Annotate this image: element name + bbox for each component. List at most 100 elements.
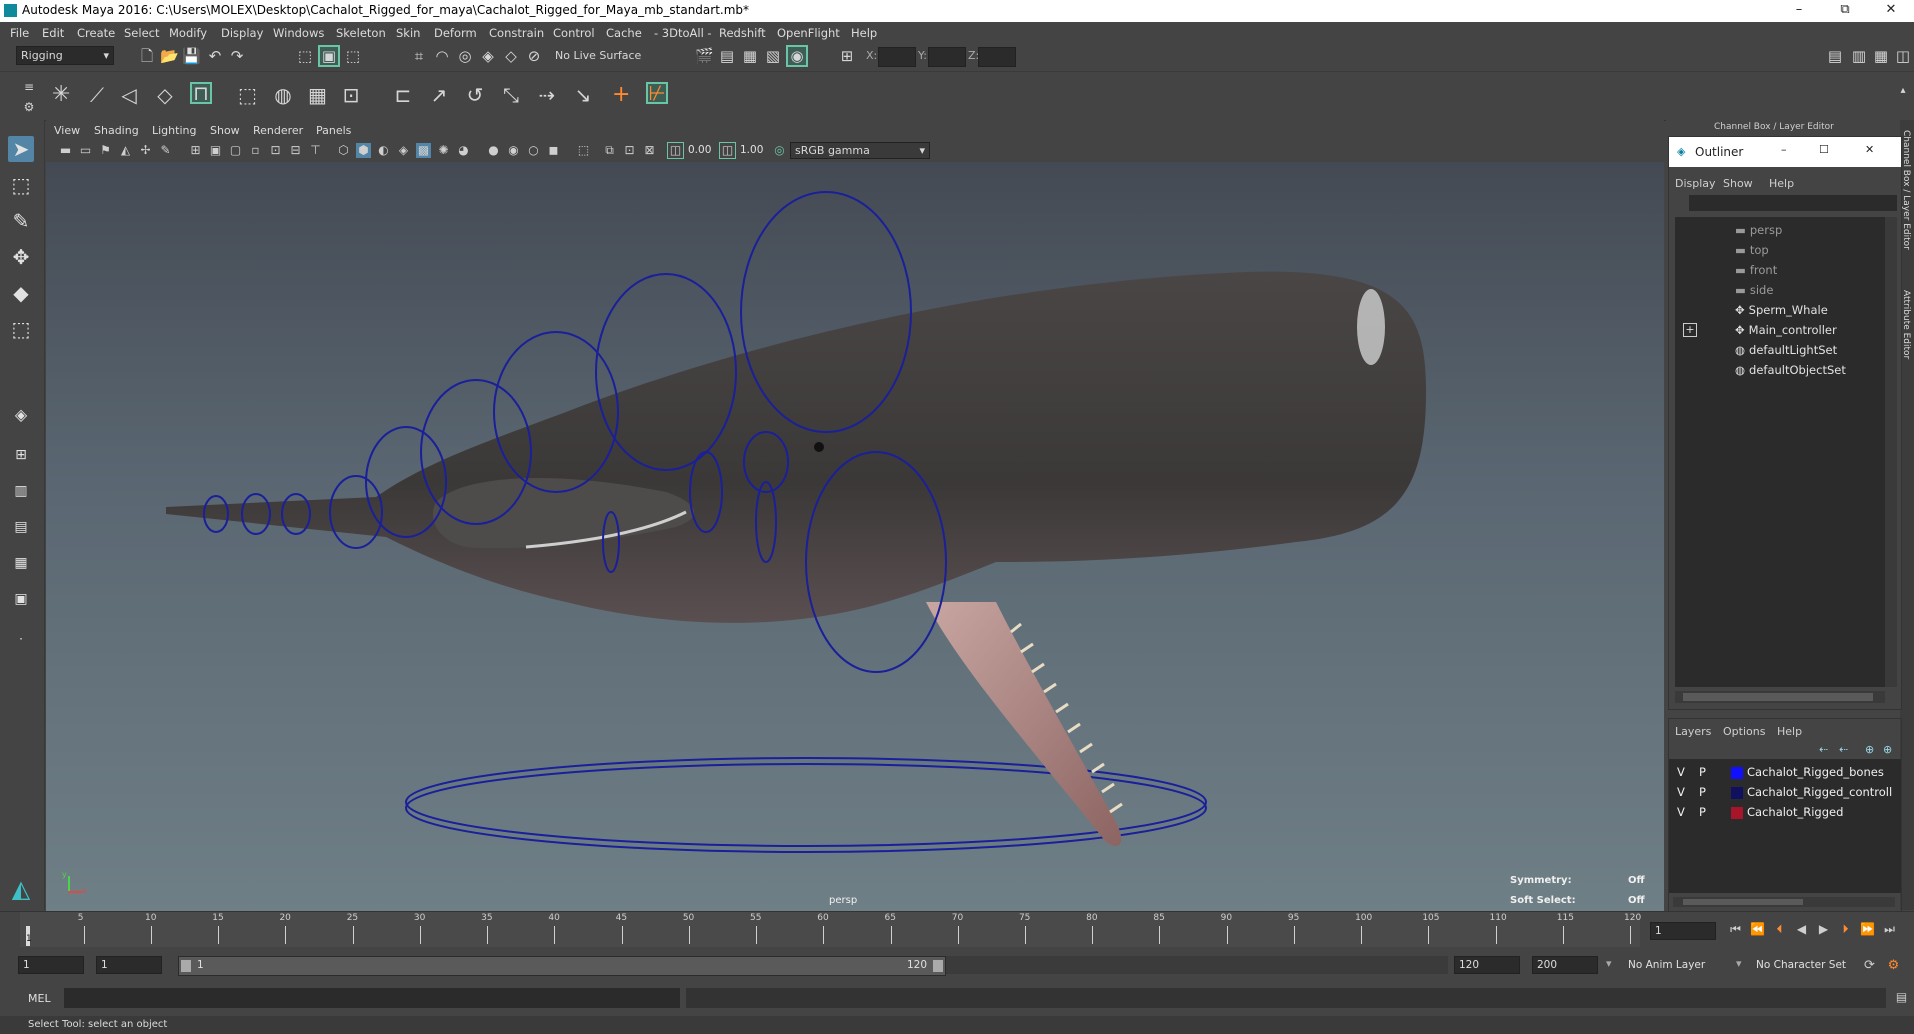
step-forward-key-icon[interactable]: ⏩ [1860,922,1875,937]
wrap-deformer-icon[interactable]: ▦ [308,85,327,105]
aim-constraint-icon[interactable]: ↗ [430,85,448,105]
wireframe-on-shaded-icon[interactable]: ◈ [396,143,411,158]
layer-playback-toggle[interactable]: P [1699,785,1706,799]
snap-grid-icon[interactable]: ⌗ [410,47,428,65]
go-to-start-icon[interactable]: ⏮ [1728,922,1743,937]
menu-file[interactable]: File [10,26,29,40]
hypershade-icon[interactable]: ▧ [764,47,782,65]
expand-icon[interactable]: + [1683,323,1697,337]
layer-horizontal-scrollbar[interactable] [1673,897,1895,907]
2d-pan-icon[interactable]: ✢ [138,143,153,158]
snap-live-icon[interactable]: ⊘ [525,47,543,65]
gate-mask-icon[interactable]: ▫ [248,143,263,158]
screen-space-ao-icon[interactable]: ● [486,143,501,158]
point-constraint-icon[interactable]: ⊏ [394,85,412,105]
new-layer-icon[interactable]: ⊕ [1865,743,1874,756]
isolate-select-icon[interactable]: ⬚ [576,143,591,158]
select-component-icon[interactable]: ⬚ [344,47,362,65]
safe-title-icon[interactable]: ⊤ [308,143,323,158]
anim-layer-dropdown[interactable]: No Anim Layer [1620,956,1736,974]
panel-menu-shading[interactable]: Shading [94,124,139,137]
z-field[interactable] [978,47,1016,67]
select-object-icon[interactable]: ▣ [318,45,340,67]
outliner-menu-show[interactable]: Show [1723,177,1753,190]
field-chart-icon[interactable]: ⊡ [268,143,283,158]
channel-box-tab[interactable]: Channel Box / Layer Editor [1901,130,1911,250]
playback-end-field[interactable]: 120 [1454,956,1520,974]
grid-icon[interactable]: ⊞ [188,143,203,158]
minimize-button[interactable]: – [1776,0,1822,22]
exposure-icon[interactable]: ◫ [667,142,684,159]
ipr-render-icon[interactable]: ▤ [718,47,736,65]
panel-menu-panels[interactable]: Panels [316,124,351,137]
current-frame-field[interactable]: 1 [1650,922,1716,940]
custom-tool-icon[interactable]: ⊬ [646,82,668,104]
menu-3dtoall[interactable]: - 3DtoAll - [654,26,712,40]
locator-icon[interactable]: + [612,84,630,106]
color-space-dropdown[interactable]: sRGB gamma ▾ [790,142,930,159]
layer-playback-toggle[interactable]: P [1699,765,1706,779]
panel-menu-lighting[interactable]: Lighting [152,124,196,137]
undo-icon[interactable]: ↶ [206,47,224,65]
layer-color-swatch[interactable] [1731,787,1743,799]
ik-handle-icon[interactable]: ⟋ [88,85,106,105]
x-field[interactable] [878,47,916,67]
menu-openflight[interactable]: OpenFlight [777,26,840,40]
camera-select-icon[interactable]: ▬ [58,143,73,158]
select-tool-icon[interactable]: ➤ [8,136,34,162]
image-plane-icon[interactable]: ◭ [118,143,133,158]
layers-menu-options[interactable]: Options [1723,725,1765,738]
gamma-icon[interactable]: ◫ [719,142,736,159]
move-layer-up-icon[interactable]: ⇠ [1819,743,1828,756]
shelf-scroll-icon[interactable]: ▴ [1894,82,1912,100]
play-forward-icon[interactable]: ▶ [1816,922,1831,937]
snap-view-icon[interactable]: ◈ [479,47,497,65]
menu-modify[interactable]: Modify [169,26,207,40]
chevron-down-icon[interactable]: ▾ [1606,957,1612,970]
y-field[interactable] [928,47,966,67]
panel-menu-renderer[interactable]: Renderer [253,124,303,137]
layer-playback-toggle[interactable]: P [1699,805,1706,819]
range-slider[interactable]: 1 120 [178,956,946,976]
scrollbar-thumb[interactable] [1683,693,1873,701]
command-language-label[interactable]: MEL [28,992,51,1005]
modeling-toolkit-icon[interactable]: ▤ [1826,47,1844,65]
live-surface-label[interactable]: No Live Surface [555,49,641,62]
play-backward-icon[interactable]: ◀ [1794,922,1809,937]
outliner-item-persp[interactable]: ▬ persp [1735,223,1782,237]
wireframe-icon[interactable]: ⬡ [336,143,351,158]
anti-aliasing-icon[interactable]: ○ [526,143,541,158]
range-start-handle[interactable] [181,960,191,972]
step-back-key-icon[interactable]: ⏪ [1750,922,1765,937]
layers-menu-help[interactable]: Help [1777,725,1802,738]
grease-pencil-icon[interactable]: ✎ [158,143,173,158]
move-tool-icon[interactable]: ✥ [8,244,34,270]
step-back-frame-icon[interactable]: ⏴ [1772,922,1787,937]
menu-control[interactable]: Control [553,26,595,40]
redshift-render-icon[interactable]: ◉ [786,45,808,67]
layer-visibility-toggle[interactable]: V [1677,765,1685,779]
restore-button[interactable]: ⧉ [1822,0,1868,22]
chevron-down-icon[interactable]: ▾ [1736,957,1742,970]
layer-row[interactable]: V P Cachalot_Rigged [1673,805,1901,824]
outliner-item-main-controller[interactable]: ✥ Main_controller [1735,323,1837,337]
resolution-gate-icon[interactable]: ▢ [228,143,243,158]
layer-visibility-toggle[interactable]: V [1677,785,1685,799]
paint-select-icon[interactable]: ✎ [8,208,34,234]
scale-tool-icon[interactable]: ⬚ [8,316,34,342]
animation-prefs-icon[interactable]: ⚙ [1886,958,1901,973]
single-view-icon[interactable]: ◈ [8,402,34,428]
start-time-field[interactable]: 1 [18,956,84,974]
color-management-icon[interactable]: ◎ [772,143,787,158]
safe-action-icon[interactable]: ⊟ [288,143,303,158]
range-end-handle[interactable] [933,960,943,972]
menu-select[interactable]: Select [124,26,159,40]
create-joint-icon[interactable]: ✳ [52,84,70,106]
redo-icon[interactable]: ↷ [228,47,246,65]
snap-surface-icon[interactable]: ◇ [502,47,520,65]
viewport-persp[interactable]: y x persp Symmetry: Off Soft Select: Off [46,162,1664,911]
layout-menu-icon[interactable]: ⋅ [8,626,34,652]
outliner-layout-icon[interactable]: ▥ [8,478,34,504]
gamma-value[interactable]: 1.00 [740,144,763,156]
panel-menu-show[interactable]: Show [210,124,240,137]
